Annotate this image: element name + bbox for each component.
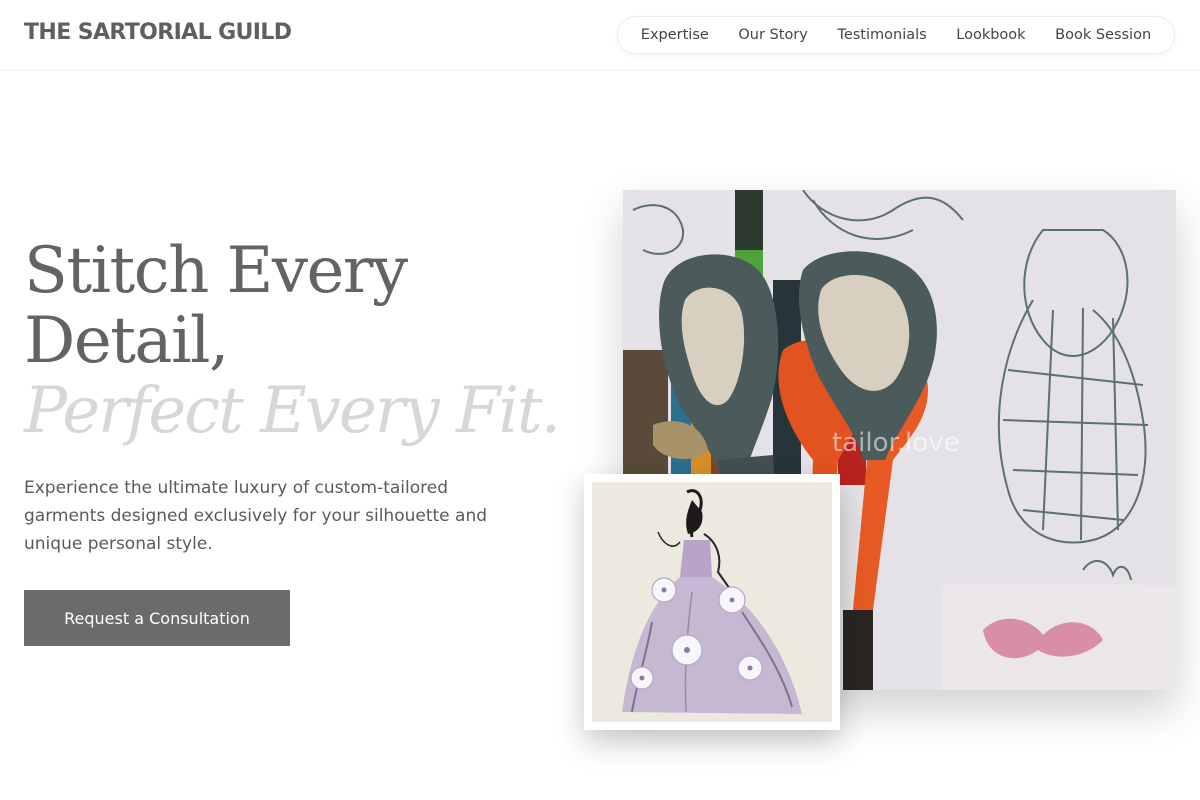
headline-line-1: Stitch Every (24, 234, 408, 308)
gown-sketch-photo (584, 474, 840, 730)
hero-headline: Stitch Every Detail, Perfect Every Fit. (24, 236, 584, 446)
headline-line-2: Detail, (24, 304, 229, 378)
gown-sketch-illustration (592, 482, 832, 722)
image-watermark: tailor.love (832, 428, 960, 458)
nav-link-book-session[interactable]: Book Session (1055, 27, 1151, 43)
request-consultation-button[interactable]: Request a Consultation (24, 590, 290, 646)
nav-link-expertise[interactable]: Expertise (641, 27, 709, 43)
brand-logo[interactable]: THE SARTORIAL GUILD (24, 20, 292, 45)
nav-link-lookbook[interactable]: Lookbook (956, 27, 1025, 43)
nav-link-testimonials[interactable]: Testimonials (837, 27, 926, 43)
nav-link-our-story[interactable]: Our Story (738, 27, 807, 43)
main-nav: Expertise Our Story Testimonials Lookboo… (617, 16, 1175, 54)
site-header: THE SARTORIAL GUILD Expertise Our Story … (0, 0, 1200, 71)
headline-accent: Perfect Every Fit. (24, 374, 561, 448)
hero-subtitle: Experience the ultimate luxury of custom… (24, 478, 488, 554)
